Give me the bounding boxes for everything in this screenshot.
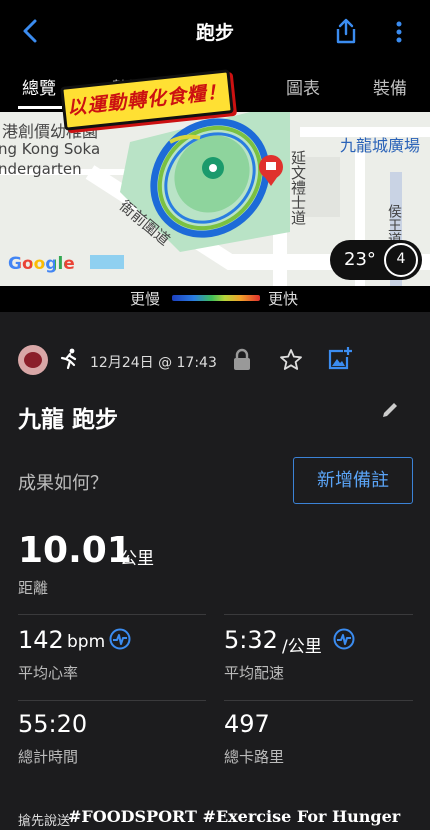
map-label-school-en: ng Kong Soka <box>0 140 101 158</box>
heart-rate-chart-icon[interactable] <box>109 628 131 650</box>
google-logo: Google <box>8 254 75 274</box>
lock-icon[interactable] <box>232 348 252 372</box>
divider <box>224 700 413 701</box>
edit-pencil-icon[interactable] <box>380 400 400 420</box>
calories-label: 總卡路里 <box>224 748 285 766</box>
tab-overview[interactable]: 總覽 <box>22 74 56 99</box>
divider <box>18 700 206 701</box>
pace-gradient-bar <box>172 295 260 301</box>
distance-value: 10.01 <box>18 530 132 571</box>
app-header: 跑步 <box>0 0 430 62</box>
distance-label: 距離 <box>18 579 49 597</box>
feedback-prompt: 成果如何？ <box>18 473 108 494</box>
avatar[interactable] <box>18 345 48 375</box>
map-label-school-en-2: ndergarten <box>0 160 82 178</box>
pace-unit: /公里 <box>282 637 322 657</box>
map-label-plaza: 九龍城廣場 <box>340 136 421 155</box>
total-time-value: 55:20 <box>18 710 88 738</box>
divider <box>224 614 413 615</box>
star-icon[interactable] <box>279 348 303 372</box>
tab-gear[interactable]: 裝備 <box>373 74 407 99</box>
pace-label: 平均配速 <box>224 664 285 682</box>
running-icon <box>60 348 77 370</box>
activity-title: 九龍 跑步 <box>18 407 119 433</box>
pace-legend: 更慢 更快 <box>0 286 430 312</box>
legend-fast-label: 更快 <box>268 290 299 308</box>
divider <box>18 614 206 615</box>
hashtag-overlay: #FOODSPORT #Exercise For Hunger <box>68 807 401 826</box>
tab-charts[interactable]: 圖表 <box>286 74 320 99</box>
active-tab-indicator <box>18 106 62 109</box>
heart-rate-unit: bpm <box>67 632 106 652</box>
legend-slow-label: 更慢 <box>130 290 161 308</box>
more-options-icon[interactable] <box>392 20 406 44</box>
avatar-image <box>24 352 42 368</box>
heart-rate-label: 平均心率 <box>18 664 79 682</box>
share-icon[interactable] <box>334 18 358 44</box>
add-note-button[interactable]: 新增備註 <box>293 457 413 504</box>
pace-chart-icon[interactable] <box>333 628 355 650</box>
activity-datetime: 12月24日 @ 17:43 <box>90 355 217 371</box>
total-time-label: 總計時間 <box>18 748 79 766</box>
caption-text: 搶先說送 <box>18 814 71 829</box>
page-title: 跑步 <box>195 22 234 44</box>
activity-panel: 12月24日 @ 17:43 九龍 跑步 成果如何？ 新增備註 10.01 公里… <box>0 312 430 830</box>
temperature: 23° <box>344 249 376 270</box>
pace-value: 5:32 <box>224 626 278 654</box>
compass-dial-icon: 4 <box>384 243 418 277</box>
map-label-road-edinburgh: 延文禮士道 <box>289 150 307 225</box>
compass-value: 4 <box>396 251 406 267</box>
weather-badge: 23° 4 <box>330 240 422 280</box>
add-photo-icon[interactable] <box>327 346 353 372</box>
calories-value: 497 <box>224 710 270 738</box>
route-map[interactable]: 港創價幼稚園 ng Kong Soka ndergarten 九龍城廣場 延文禮… <box>0 112 430 286</box>
heart-rate-value: 142 <box>18 626 64 654</box>
distance-unit: 公里 <box>120 549 154 569</box>
